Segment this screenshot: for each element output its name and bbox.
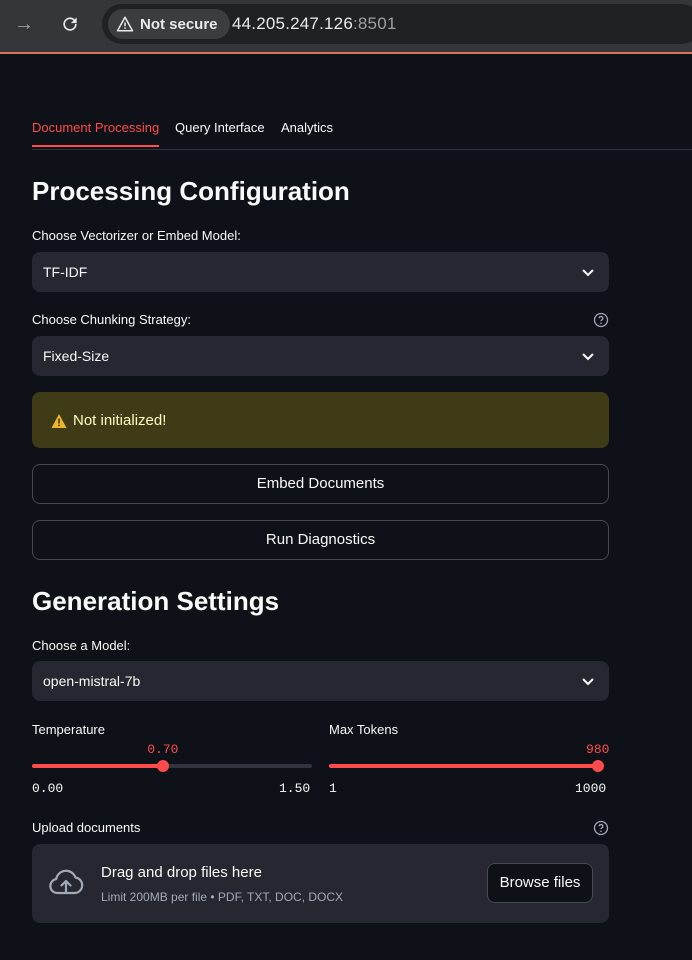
cloud-upload-icon — [49, 869, 84, 895]
vectorizer-label: Choose Vectorizer or Embed Model: — [32, 228, 241, 243]
address-bar[interactable]: Not secure 44.205.247.126:8501 — [102, 4, 692, 44]
vectorizer-select[interactable]: TF-IDF — [32, 252, 609, 292]
help-icon[interactable] — [593, 312, 609, 328]
temperature-slider-fill — [32, 764, 163, 768]
tab-analytics[interactable]: Analytics — [281, 120, 333, 145]
temperature-label: Temperature — [32, 722, 105, 737]
tab-bar: Document Processing Query Interface Anal… — [32, 110, 692, 150]
max-tokens-max: 1000 — [575, 781, 607, 796]
chunking-select[interactable]: Fixed-Size — [32, 336, 609, 376]
chevron-down-icon — [582, 353, 594, 361]
forward-icon[interactable]: → — [12, 12, 36, 36]
chunking-value: Fixed-Size — [43, 348, 110, 364]
tab-query-interface[interactable]: Query Interface — [175, 120, 265, 145]
temperature-min: 0.00 — [32, 781, 64, 796]
warning-triangle-icon — [116, 16, 134, 32]
temperature-value: 0.70 — [147, 742, 179, 757]
temperature-slider[interactable] — [32, 760, 312, 772]
max-tokens-value: 980 — [586, 742, 610, 757]
processing-heading: Processing Configuration — [32, 176, 350, 206]
max-tokens-slider-fill — [329, 764, 598, 768]
embed-documents-button[interactable]: Embed Documents — [32, 464, 609, 504]
max-tokens-slider[interactable] — [329, 760, 604, 772]
file-dropzone[interactable]: Drag and drop files here Limit 200MB per… — [32, 844, 609, 923]
max-tokens-min: 1 — [329, 781, 337, 796]
security-indicator[interactable]: Not secure — [108, 9, 230, 39]
reload-icon[interactable] — [58, 12, 82, 36]
help-icon[interactable] — [593, 820, 609, 836]
url-host: 44.205.247.126 — [232, 14, 353, 33]
max-tokens-label: Max Tokens — [329, 722, 399, 737]
vectorizer-value: TF-IDF — [43, 264, 88, 280]
chevron-down-icon — [582, 269, 594, 277]
warning-icon — [51, 414, 67, 428]
url-port: :8501 — [352, 14, 397, 33]
temperature-slider-thumb[interactable] — [156, 760, 169, 772]
warning-alert: Not initialized! — [32, 392, 609, 448]
max-tokens-slider-thumb[interactable] — [591, 760, 604, 772]
generation-heading: Generation Settings — [32, 586, 280, 616]
model-label: Choose a Model: — [32, 638, 131, 653]
chevron-down-icon — [582, 678, 594, 686]
tab-document-processing[interactable]: Document Processing — [32, 120, 160, 147]
model-select[interactable]: open-mistral-7b — [32, 661, 609, 701]
chunking-label: Choose Chunking Strategy: — [32, 312, 191, 327]
security-label: Not secure — [140, 15, 218, 33]
model-value: open-mistral-7b — [43, 673, 141, 689]
dropzone-subtitle: Limit 200MB per file • PDF, TXT, DOC, DO… — [101, 890, 344, 904]
browse-files-button[interactable]: Browse files — [487, 863, 593, 903]
upload-label: Upload documents — [32, 820, 141, 835]
browser-toolbar: → Not secure 44.205.247.126:8501 — [0, 0, 692, 54]
url-text[interactable]: 44.205.247.126:8501 — [232, 14, 397, 34]
dropzone-title: Drag and drop files here — [101, 864, 262, 881]
warning-message: Not initialized! — [73, 412, 167, 429]
run-diagnostics-button[interactable]: Run Diagnostics — [32, 520, 609, 560]
temperature-max: 1.50 — [279, 781, 311, 796]
